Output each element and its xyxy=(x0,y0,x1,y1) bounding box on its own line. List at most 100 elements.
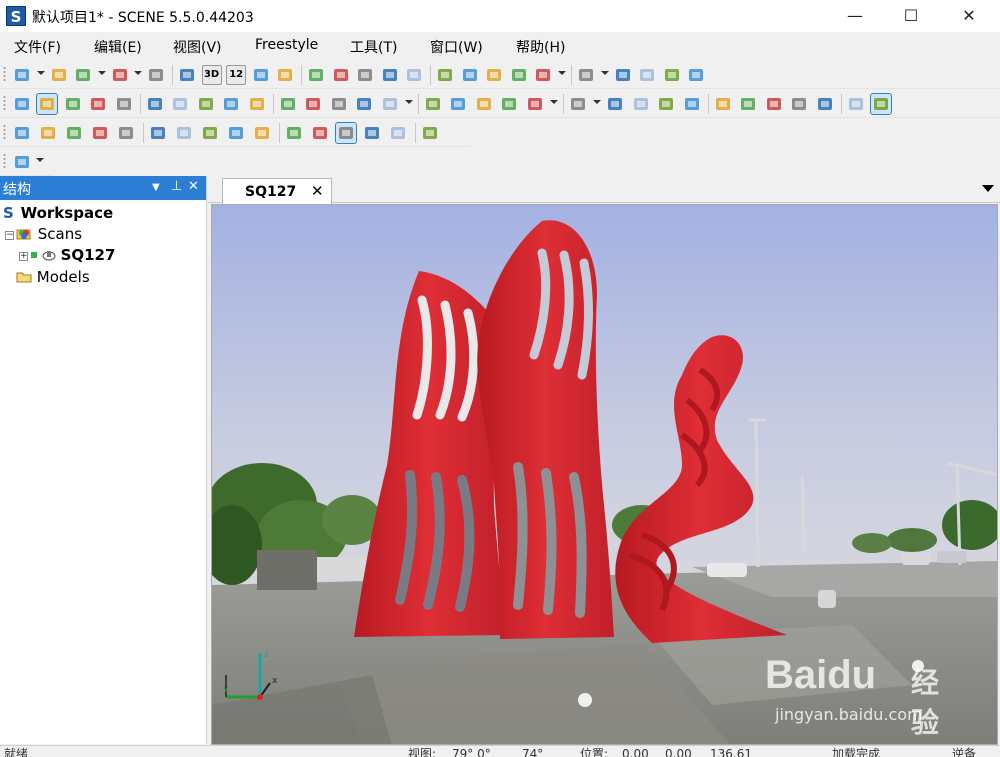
tripod-icon[interactable] xyxy=(525,94,545,114)
tree-item-models[interactable]: Models xyxy=(16,268,90,288)
globe-icon[interactable] xyxy=(36,93,59,115)
print-dropdown-icon[interactable] xyxy=(134,71,143,75)
maximize-button[interactable]: ☐ xyxy=(888,0,934,32)
mode-intersect-icon[interactable] xyxy=(420,123,440,143)
menu-file[interactable]: 文件(F) xyxy=(14,37,61,57)
measure-icon[interactable] xyxy=(637,65,657,85)
cube-side-icon[interactable] xyxy=(221,94,241,114)
tree-item-scans[interactable]: Scans xyxy=(16,225,82,245)
ruler-icon[interactable] xyxy=(662,65,682,85)
grid-dark-icon[interactable] xyxy=(815,94,835,114)
video-camera-dropdown-icon[interactable] xyxy=(405,100,413,104)
camera-move-icon[interactable] xyxy=(448,94,468,114)
image-frame-icon[interactable] xyxy=(499,94,519,114)
expand-sq127-icon[interactable]: + xyxy=(19,252,28,261)
line-select-icon[interactable] xyxy=(200,123,220,143)
circle-select-icon[interactable] xyxy=(252,123,272,143)
corner-select-icon[interactable] xyxy=(310,123,330,143)
globe-target-icon[interactable] xyxy=(613,65,633,85)
menu-freestyle[interactable]: Freestyle xyxy=(255,37,318,53)
camera-zoom-dropdown-icon[interactable] xyxy=(600,71,609,75)
printer-icon[interactable] xyxy=(435,65,455,85)
collapse-scans-icon[interactable]: − xyxy=(5,231,14,240)
close-button[interactable]: ✕ xyxy=(946,0,992,32)
scan-icon[interactable] xyxy=(177,65,197,85)
select-points-icon[interactable] xyxy=(38,123,58,143)
tree-item-sq127[interactable]: SQ127 xyxy=(31,246,115,266)
tab-list-dropdown-icon[interactable] xyxy=(982,185,994,192)
report-icon[interactable] xyxy=(404,65,424,85)
cloud-icon[interactable] xyxy=(484,65,504,85)
pixel-icon[interactable] xyxy=(870,93,893,115)
menu-help[interactable]: 帮助(H) xyxy=(516,37,565,57)
print-icon[interactable] xyxy=(110,65,130,85)
3d-viewport[interactable]: z y x Baidu 经验 jingyan.baidu.com xyxy=(211,204,998,745)
dots-sparse-icon[interactable] xyxy=(713,94,733,114)
toolbar-grip[interactable] xyxy=(3,124,6,141)
ellipse-select-icon[interactable] xyxy=(284,123,304,143)
refresh-icon[interactable] xyxy=(331,65,351,85)
copy-icon[interactable] xyxy=(306,65,326,85)
select-box-icon[interactable] xyxy=(12,123,32,143)
cloud-remove-icon[interactable] xyxy=(509,65,529,85)
line-measure-icon[interactable] xyxy=(686,65,706,85)
cube-iso-icon[interactable] xyxy=(278,94,298,114)
tripod-dropdown-icon[interactable] xyxy=(550,100,558,104)
panel-menu-button[interactable]: ▼ xyxy=(152,182,160,193)
open-project-icon[interactable] xyxy=(49,65,69,85)
link-icon[interactable] xyxy=(63,94,83,114)
polygon-select-icon[interactable] xyxy=(226,123,246,143)
scan-image-icon[interactable] xyxy=(12,152,32,172)
menu-view[interactable]: 视图(V) xyxy=(173,37,222,57)
menu-edit[interactable]: 编辑(E) xyxy=(94,37,142,57)
person-camera-icon[interactable] xyxy=(423,94,443,114)
cloud-add-icon[interactable] xyxy=(460,65,480,85)
menu-window[interactable]: 窗口(W) xyxy=(430,37,483,57)
menu-tools[interactable]: 工具(T) xyxy=(350,37,397,57)
grid-light-icon[interactable] xyxy=(846,94,866,114)
import-icon[interactable] xyxy=(355,65,375,85)
new-project-icon[interactable] xyxy=(12,65,32,85)
camera-add-icon[interactable] xyxy=(533,65,553,85)
camera-zoom-icon[interactable] xyxy=(576,65,596,85)
mode-union-icon[interactable] xyxy=(362,123,382,143)
grid-dropdown-icon[interactable] xyxy=(593,100,602,104)
panel-pin-button[interactable]: ⊥ xyxy=(171,179,182,194)
select-fill-icon[interactable] xyxy=(116,123,136,143)
pin-icon[interactable] xyxy=(682,94,702,114)
flag-blue-icon[interactable] xyxy=(656,94,676,114)
rect-select-icon[interactable] xyxy=(174,123,194,143)
flag-icon[interactable] xyxy=(631,94,651,114)
dots-medium-icon[interactable] xyxy=(738,94,758,114)
chain-icon[interactable] xyxy=(88,94,108,114)
select-frame-icon[interactable] xyxy=(90,123,110,143)
new-project-dropdown-icon[interactable] xyxy=(36,71,45,75)
document-icon[interactable] xyxy=(605,94,625,114)
arrow-diag-icon[interactable] xyxy=(145,94,165,114)
mode-subtract-icon[interactable] xyxy=(388,123,408,143)
toolbar-grip[interactable] xyxy=(3,153,6,170)
tab-sq127[interactable]: SQ127 ✕ xyxy=(222,178,332,204)
rotate-select-icon[interactable] xyxy=(64,123,84,143)
save-icon[interactable] xyxy=(73,65,93,85)
dots-dense-icon[interactable] xyxy=(764,94,784,114)
view-12-icon[interactable]: 12 xyxy=(226,65,247,85)
video-camera-icon[interactable] xyxy=(380,94,400,114)
select-point-icon[interactable] xyxy=(148,123,168,143)
panel-close-button[interactable]: ✕ xyxy=(188,179,199,194)
image-view-icon[interactable] xyxy=(275,65,295,85)
camera-add-dropdown-icon[interactable] xyxy=(558,71,566,75)
help-icon[interactable] xyxy=(146,65,166,85)
grid-icon[interactable] xyxy=(568,94,588,114)
toolbar-grip[interactable] xyxy=(3,95,6,112)
arrow-up-icon[interactable] xyxy=(114,94,134,114)
target-icon[interactable] xyxy=(354,94,374,114)
toolbar-grip[interactable] xyxy=(3,66,6,83)
cube-front-icon[interactable] xyxy=(196,94,216,114)
calendar-icon[interactable] xyxy=(380,65,400,85)
zoom-search-icon[interactable] xyxy=(329,94,349,114)
cube-top-icon[interactable] xyxy=(247,94,267,114)
scan-image-dropdown-icon[interactable] xyxy=(36,158,44,162)
view-3d-icon[interactable]: 3D xyxy=(201,65,222,85)
tree-item-workspace[interactable]: S Workspace xyxy=(3,204,113,224)
